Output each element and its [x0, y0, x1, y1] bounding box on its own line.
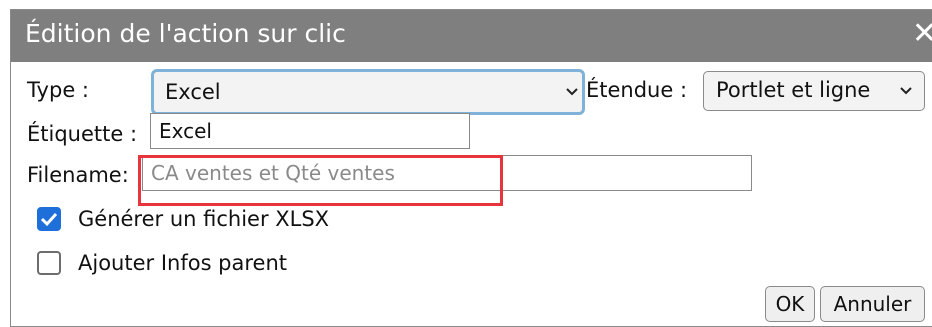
- type-select[interactable]: Excel: [151, 69, 585, 115]
- type-select-value: Excel: [165, 80, 221, 104]
- scope-select[interactable]: Portlet et ligne: [703, 71, 925, 111]
- ok-button[interactable]: OK: [765, 286, 815, 322]
- label-input[interactable]: [150, 113, 470, 149]
- scope-select-value: Portlet et ligne: [716, 78, 871, 102]
- dialog-titlebar: Édition de l'action sur clic ✕: [11, 10, 932, 62]
- cancel-button[interactable]: Annuler: [820, 286, 925, 322]
- scope-label: Étendue :: [586, 78, 688, 102]
- add-parent-info-label: Ajouter Infos parent: [78, 251, 288, 275]
- click-action-dialog: Édition de l'action sur clic ✕ Type : Ex…: [10, 9, 932, 327]
- label-field-label: Étiquette :: [27, 122, 138, 146]
- close-icon[interactable]: ✕: [912, 17, 932, 51]
- filename-input[interactable]: [142, 155, 752, 191]
- generate-xlsx-label: Générer un fichier XLSX: [78, 207, 330, 231]
- dialog-title: Édition de l'action sur clic: [25, 19, 346, 48]
- generate-xlsx-checkbox[interactable]: [37, 207, 61, 231]
- add-parent-info-checkbox[interactable]: [37, 251, 61, 275]
- filename-label: Filename:: [27, 163, 129, 187]
- chevron-down-icon: [566, 88, 578, 96]
- chevron-down-icon: [900, 87, 912, 95]
- type-label: Type :: [27, 78, 89, 102]
- checkmark-icon: [40, 212, 58, 227]
